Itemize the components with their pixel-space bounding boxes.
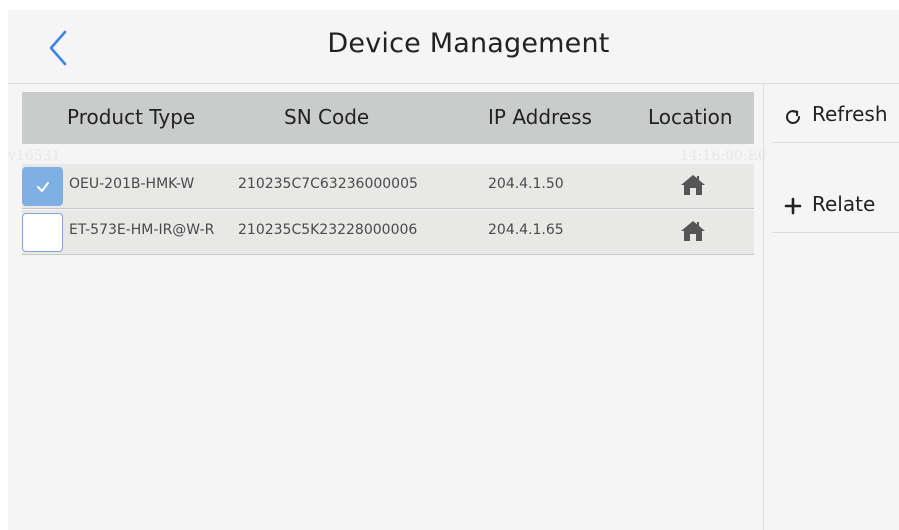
refresh-icon <box>786 110 800 124</box>
refresh-button[interactable]: Refresh <box>772 90 899 143</box>
checkmark-icon <box>37 182 49 192</box>
column-header-location: Location <box>648 105 733 129</box>
cell-ip-address: 204.4.1.50 <box>488 176 564 192</box>
relate-button[interactable]: Relate <box>772 180 899 233</box>
row-checkbox[interactable] <box>22 213 63 252</box>
table-row[interactable]: OEU-201B-HMK-W 210235C7C63236000005 204.… <box>22 164 754 209</box>
home-icon[interactable] <box>680 220 706 242</box>
cell-sn-code: 210235C5K23228000006 <box>238 222 418 238</box>
column-header-sn-code: SN Code <box>284 105 370 129</box>
cell-ip-address: 204.4.1.65 <box>488 222 564 238</box>
cell-sn-code: 210235C7C63236000005 <box>238 176 418 192</box>
relate-label: Relate <box>812 192 876 216</box>
table-header: Product Type SN Code IP Address Location <box>22 92 754 144</box>
cell-product-type: OEU-201B-HMK-W <box>69 176 195 192</box>
column-header-ip-address: IP Address <box>488 105 592 129</box>
cell-product-type: ET-573E-HM-IR@W-R <box>69 222 215 238</box>
page-title: Device Management <box>327 28 610 59</box>
home-icon[interactable] <box>680 174 706 196</box>
table-row[interactable]: ET-573E-HM-IR@W-R 210235C5K23228000006 2… <box>22 210 754 255</box>
row-checkbox[interactable] <box>22 167 63 206</box>
header-bar: Device Management <box>8 10 899 84</box>
plus-icon <box>784 197 802 215</box>
refresh-label: Refresh <box>812 102 888 126</box>
action-panel <box>765 84 899 530</box>
watermark-left: v16531 <box>8 148 61 164</box>
device-table-panel <box>8 84 764 530</box>
column-header-product-type: Product Type <box>67 105 196 129</box>
